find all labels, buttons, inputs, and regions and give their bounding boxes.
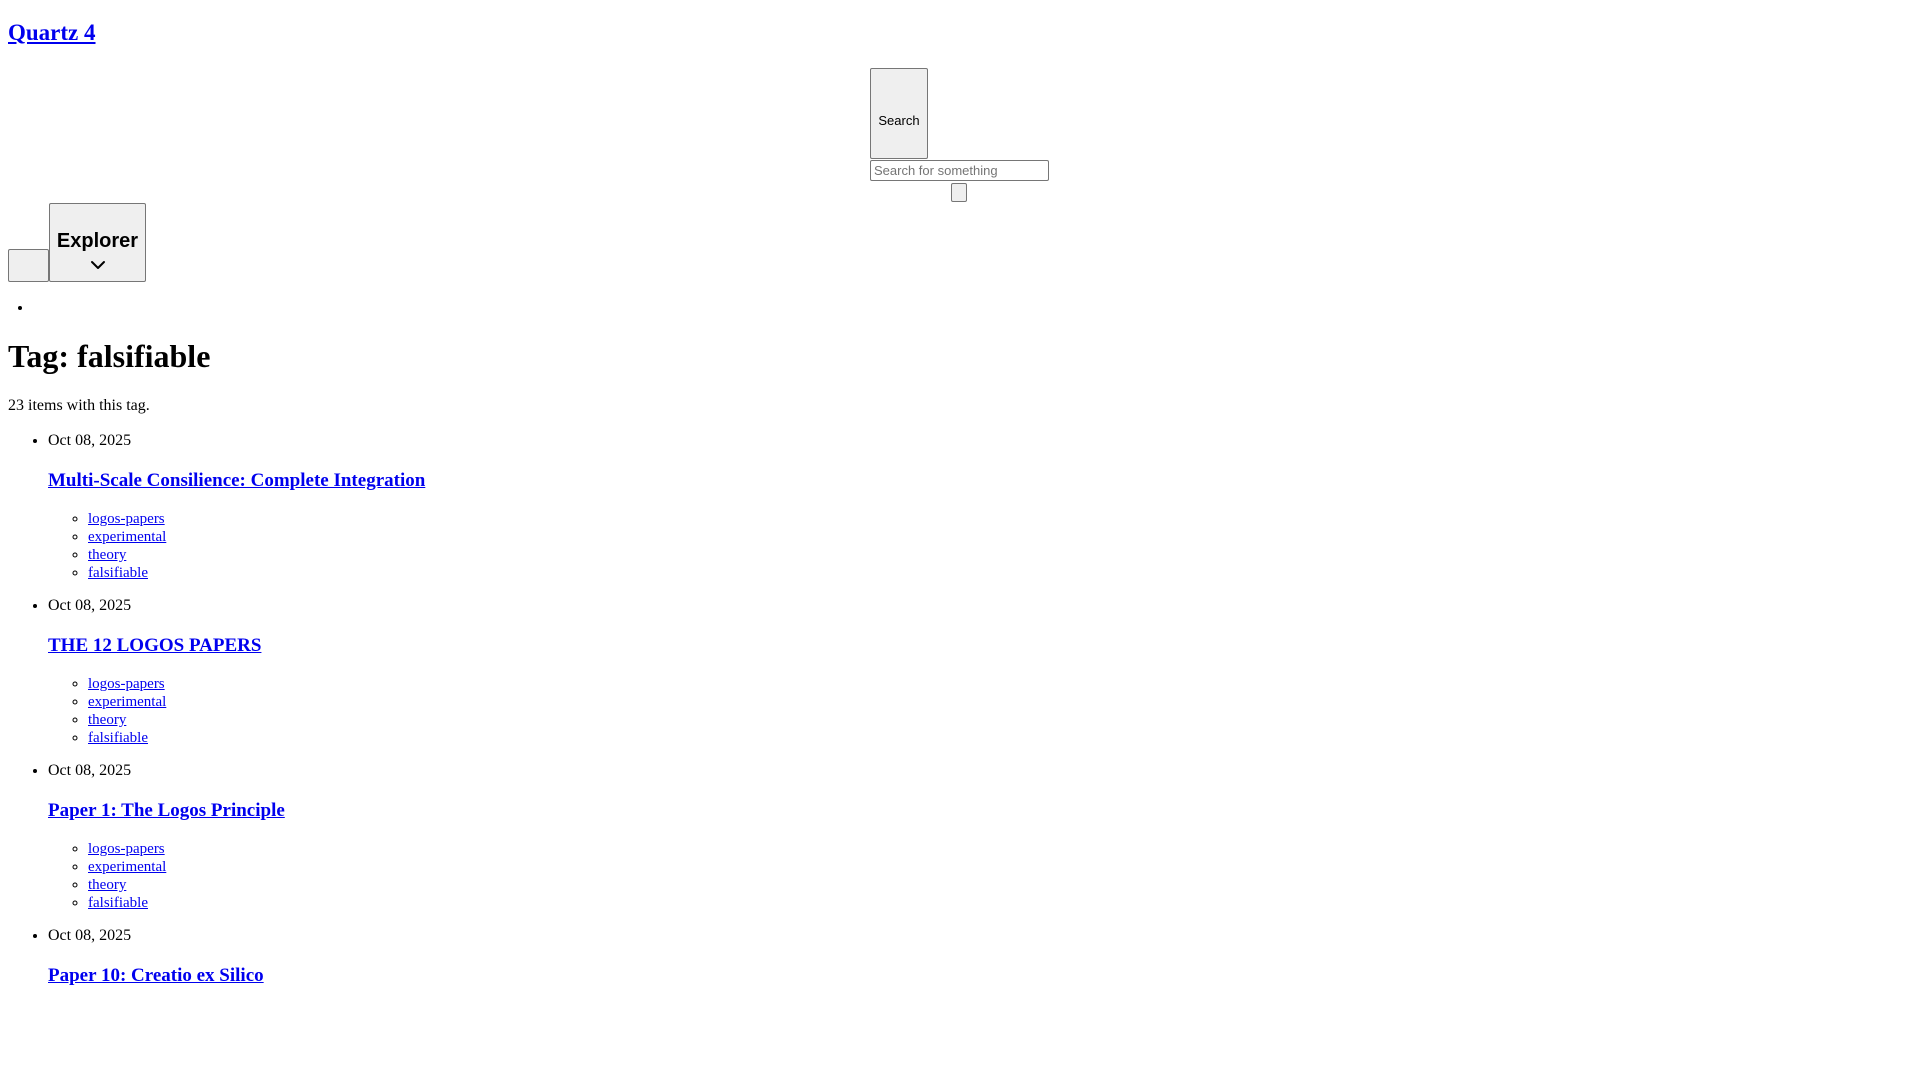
post-date: Oct 08, 2025 <box>48 597 132 614</box>
site-title-link[interactable]: Quartz 4 <box>8 18 96 48</box>
search-button-label: Search <box>878 113 920 128</box>
post-list: Oct 08, 2025 Multi-Scale Consilience: Co… <box>8 431 948 1005</box>
tag-link[interactable]: experimental <box>88 859 166 875</box>
tag-link[interactable]: logos-papers <box>88 841 165 857</box>
post-title-link[interactable]: THE 12 LOGOS PAPERS <box>48 635 261 656</box>
post-title: THE 12 LOGOS PAPERS <box>48 635 948 657</box>
tag-link[interactable]: theory <box>88 547 126 563</box>
tag-list-item: falsifiable <box>88 729 948 747</box>
search-input[interactable] <box>870 160 1049 181</box>
tag-list-item: theory <box>88 876 948 894</box>
post-item: Oct 08, 2025 THE 12 LOGOS PAPERS logos-p… <box>48 596 948 747</box>
tag-list-item: experimental <box>88 858 948 876</box>
post-tag-list: logos-papers experimental theory falsifi… <box>48 675 948 747</box>
post-item: Oct 08, 2025 Paper 1: The Logos Principl… <box>48 761 948 912</box>
post-title-link[interactable]: Paper 10: Creatio ex Silico <box>48 965 264 986</box>
post-title: Multi-Scale Consilience: Complete Integr… <box>48 470 948 492</box>
chevron-down-icon <box>90 261 105 269</box>
explorer-toggle-button[interactable]: Explorer <box>49 203 146 282</box>
post-tag-list: logos-papers experimental theory falsifi… <box>48 840 948 912</box>
tag-list-item: theory <box>88 711 948 729</box>
post-title: Paper 10: Creatio ex Silico <box>48 965 948 987</box>
post-date: Oct 08, 2025 <box>48 762 132 779</box>
tag-link[interactable]: experimental <box>88 694 166 710</box>
tag-link[interactable]: logos-papers <box>88 676 165 692</box>
tag-link[interactable]: theory <box>88 712 126 728</box>
tag-list-item: experimental <box>88 528 948 546</box>
post-title: Paper 1: The Logos Principle <box>48 800 948 822</box>
tag-list-item: falsifiable <box>88 564 948 582</box>
page: Quartz 4 Search Explorer Tag: falsifiabl… <box>0 0 1920 1080</box>
post-item: Oct 08, 2025 Multi-Scale Consilience: Co… <box>48 431 948 582</box>
tag-list-item: logos-papers <box>88 675 948 693</box>
post-item: Oct 08, 2025 Paper 10: Creatio ex Silico <box>48 926 948 987</box>
tag-link[interactable]: theory <box>88 877 126 893</box>
post-date: Oct 08, 2025 <box>48 927 132 944</box>
tag-list-item: theory <box>88 546 948 564</box>
tag-item-count: 23 items with this tag. <box>8 397 150 414</box>
tag-link[interactable]: logos-papers <box>88 511 165 527</box>
post-tag-list: logos-papers experimental theory falsifi… <box>48 510 948 582</box>
tag-link[interactable]: falsifiable <box>88 895 148 911</box>
post-date: Oct 08, 2025 <box>48 432 132 449</box>
tag-list-item: experimental <box>88 693 948 711</box>
explorer-mobile-toggle-button[interactable] <box>8 249 49 282</box>
post-title-link[interactable]: Multi-Scale Consilience: Complete Integr… <box>48 470 425 491</box>
page-title: Tag: falsifiable <box>8 338 211 374</box>
tag-list-item: logos-papers <box>88 840 948 858</box>
search-button[interactable]: Search <box>870 68 928 159</box>
tag-link[interactable]: falsifiable <box>88 565 148 581</box>
tag-list-item: falsifiable <box>88 894 948 912</box>
tag-list-item: logos-papers <box>88 510 948 528</box>
tag-link[interactable]: falsifiable <box>88 730 148 746</box>
explorer-title: Explorer <box>56 230 139 252</box>
search-results-button[interactable] <box>951 183 967 202</box>
post-title-link[interactable]: Paper 1: The Logos Principle <box>48 800 285 821</box>
explorer-list <box>8 298 33 318</box>
tag-link[interactable]: experimental <box>88 529 166 545</box>
